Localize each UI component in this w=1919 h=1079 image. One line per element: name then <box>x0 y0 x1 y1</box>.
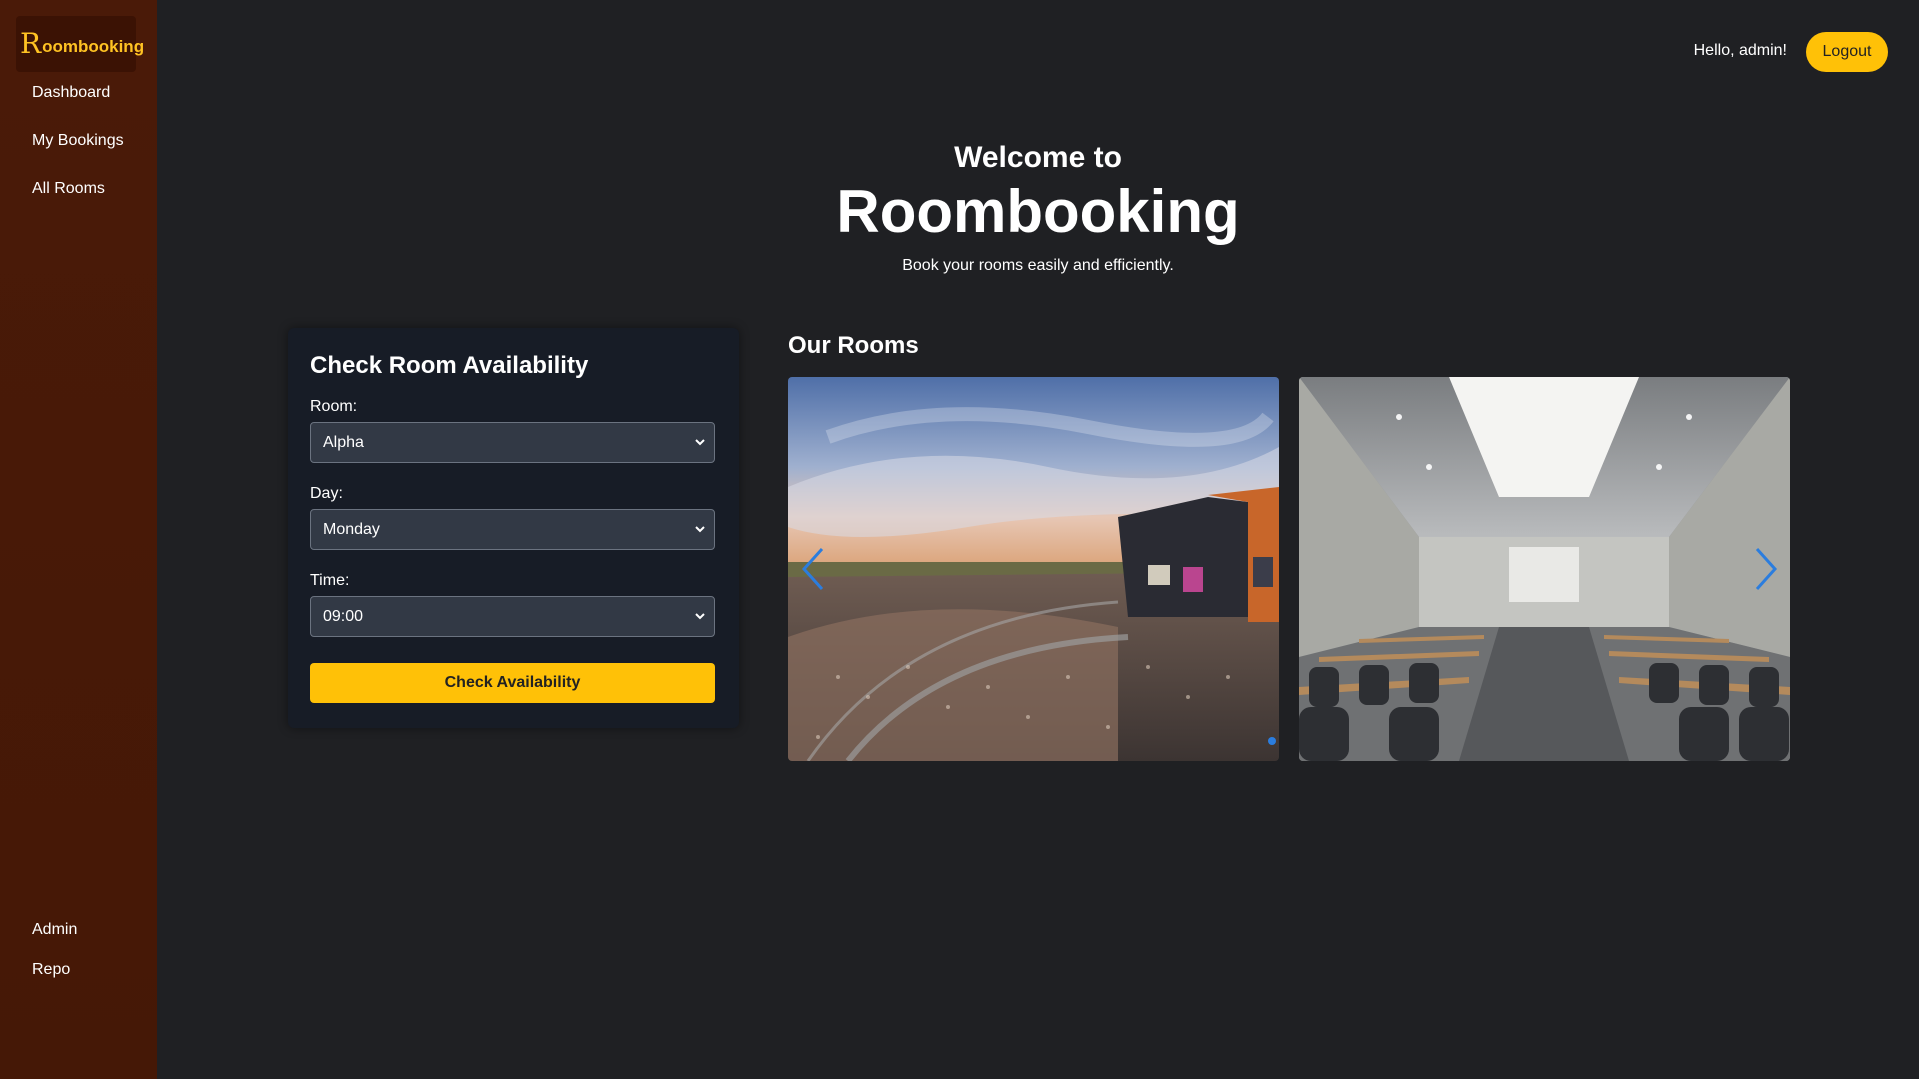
chevron-right-icon[interactable] <box>1751 547 1781 591</box>
time-select[interactable]: 09:00 <box>310 596 715 637</box>
amphitheater-image <box>788 377 1279 761</box>
room-select-wrapper: Alpha <box>310 422 715 463</box>
check-availability-button[interactable]: Check Availability <box>310 663 715 703</box>
day-select[interactable]: Monday <box>310 509 715 550</box>
hero: Welcome to Roombooking Book your rooms e… <box>157 140 1919 275</box>
sidebar-item-my-bookings[interactable]: My Bookings <box>32 132 124 150</box>
room-label: Room: <box>310 398 358 415</box>
day-label: Day: <box>310 485 343 502</box>
sidebar-item-dashboard[interactable]: Dashboard <box>32 84 110 102</box>
sidebar-item-all-rooms[interactable]: All Rooms <box>32 180 105 198</box>
chevron-left-icon[interactable] <box>798 547 828 591</box>
logout-button[interactable]: Logout <box>1806 32 1888 72</box>
chevron-down-icon <box>695 613 705 620</box>
day-select-wrapper: Monday <box>310 509 715 550</box>
brand-initial: R <box>20 27 42 60</box>
rooms-title: Our Rooms <box>788 332 919 359</box>
rooms-carousel <box>788 377 1791 761</box>
sidebar-item-repo[interactable]: Repo <box>32 961 70 979</box>
availability-title: Check Room Availability <box>310 352 589 379</box>
carousel-dot[interactable] <box>1268 737 1276 745</box>
time-label: Time: <box>310 572 350 589</box>
chevron-down-icon <box>695 526 705 533</box>
sidebar: R oombooking Dashboard My Bookings All R… <box>0 0 157 1079</box>
brand-logo[interactable]: R oombooking <box>16 16 144 72</box>
hero-subtitle: Book your rooms easily and efficiently. <box>902 257 1174 274</box>
carousel-pagination <box>1268 737 1276 745</box>
sidebar-item-admin[interactable]: Admin <box>32 921 77 939</box>
user-greeting: Hello, admin! <box>1693 42 1787 59</box>
time-select-wrapper: 09:00 <box>310 596 715 637</box>
room-select[interactable]: Alpha <box>310 422 715 463</box>
hero-welcome: Welcome to <box>954 141 1122 174</box>
chevron-down-icon <box>695 439 705 446</box>
availability-card: Check Room Availability Room: Alpha Day:… <box>288 328 739 728</box>
conference-room-image <box>1299 377 1790 761</box>
hero-title: Roombooking <box>836 178 1240 245</box>
brand-name: oombooking <box>42 37 145 56</box>
